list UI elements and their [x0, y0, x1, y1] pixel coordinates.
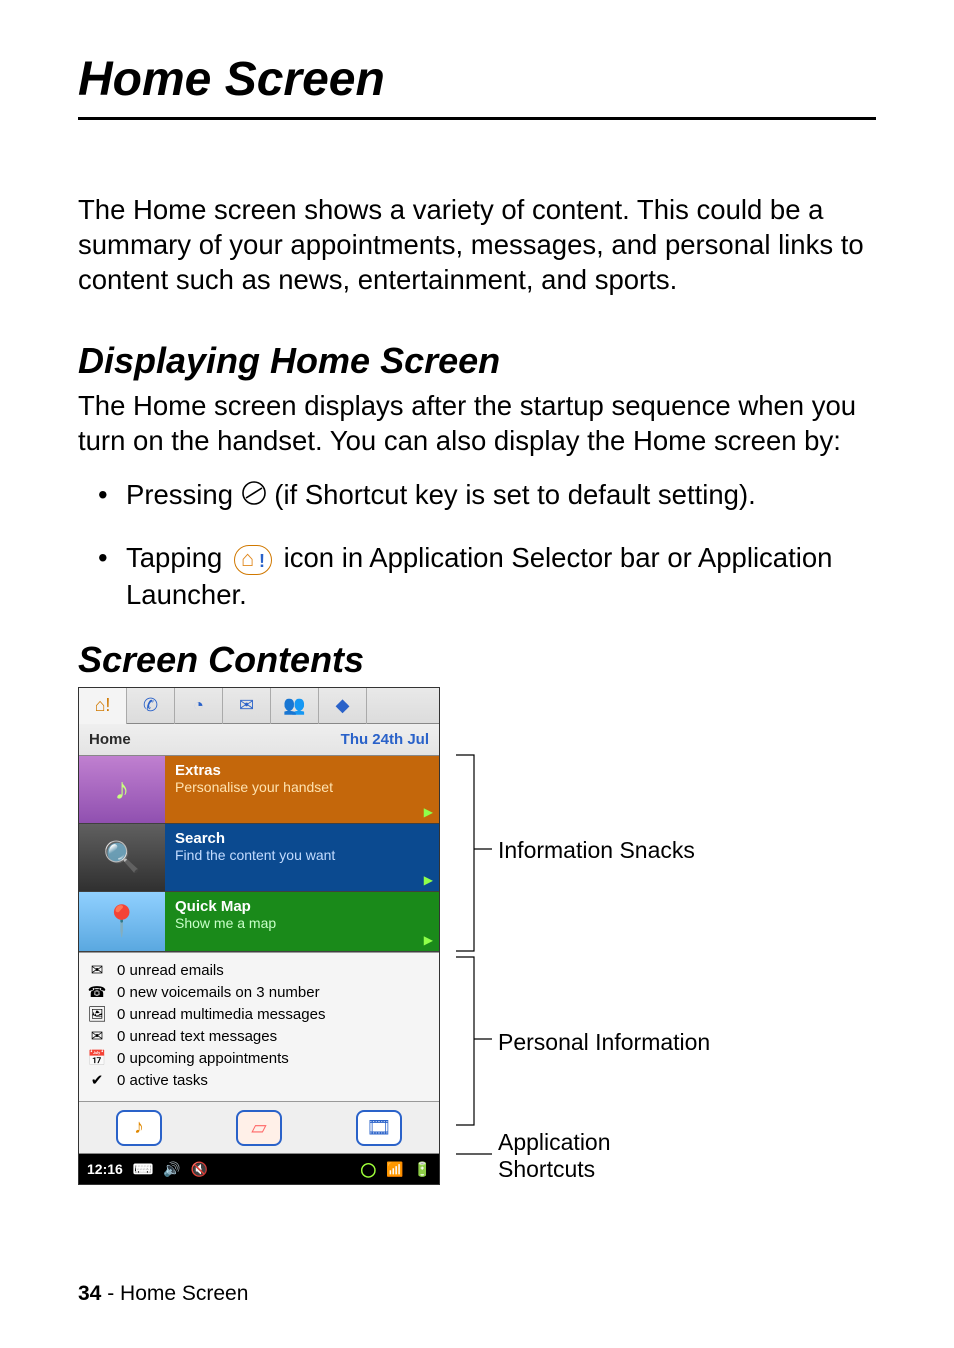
chevron-right-icon: ▶ — [424, 805, 433, 819]
bullet-item-tap-home: Tapping icon in Application Selector bar… — [126, 539, 876, 613]
status-bar: 12:16 ⌨ 🔊 🔇 ◯ 📶 🔋 — [79, 1154, 439, 1184]
email-icon: ✉ — [87, 961, 107, 979]
device-screenshot: ⌂! ✆ ◔ ✉ 👥 ◆ Home Thu 24th Jul ♪ Extras … — [78, 687, 440, 1185]
mms-icon: 🖼 — [87, 1005, 107, 1023]
phone-tab-icon[interactable]: ✆ — [127, 688, 175, 724]
mute-icon: 🔇 — [190, 1161, 207, 1178]
page-footer: 34 - Home Screen — [78, 1282, 248, 1306]
personal-voicemail-text: 0 new voicemails on 3 number — [117, 984, 320, 1001]
messaging-tab-icon[interactable]: ✉ — [223, 688, 271, 724]
titlebar-date: Thu 24th Jul — [341, 731, 429, 748]
application-shortcuts: ♪ ▱ 🎞 — [79, 1102, 439, 1154]
footer-section-label: Home Screen — [120, 1282, 248, 1305]
network-type-icon: ◯ — [360, 1161, 376, 1178]
chevron-right-icon: ▶ — [424, 933, 433, 947]
snack-search[interactable]: 🔍 Search Find the content you want ▶ — [79, 824, 439, 892]
shortcut-music-icon[interactable]: ♪ — [116, 1110, 162, 1146]
label-application-shortcuts: Application Shortcuts — [498, 1129, 611, 1182]
shortcut-camera-icon[interactable]: ▱ — [236, 1110, 282, 1146]
tasks-icon: ✔ — [87, 1071, 107, 1089]
bracket-snacks — [456, 753, 496, 953]
footer-sep: - — [101, 1282, 120, 1305]
shortcut-key-icon — [241, 478, 267, 515]
snack-extras-subtitle: Personalise your handset — [175, 779, 429, 795]
intro-paragraph: The Home screen shows a variety of conte… — [78, 192, 876, 298]
information-snacks: ♪ Extras Personalise your handset ▶ 🔍 Se… — [79, 756, 439, 952]
extras-thumb-icon: ♪ — [79, 756, 165, 823]
snack-extras[interactable]: ♪ Extras Personalise your handset ▶ — [79, 756, 439, 824]
calendar-icon: 📅 — [87, 1049, 107, 1067]
bullet-item-press-shortcut: Pressing (if Shortcut key is set to defa… — [126, 476, 876, 515]
personal-row-voicemail[interactable]: ☎ 0 new voicemails on 3 number — [87, 981, 431, 1003]
battery-icon: 🔋 — [414, 1161, 431, 1178]
bullet1-text-b: (if Shortcut key is set to default setti… — [274, 479, 755, 510]
personal-email-text: 0 unread emails — [117, 962, 224, 979]
bullet2-text-a: Tapping — [126, 542, 230, 573]
chevron-right-icon: ▶ — [424, 873, 433, 887]
personal-mms-text: 0 unread multimedia messages — [117, 1006, 325, 1023]
personal-row-mms[interactable]: 🖼 0 unread multimedia messages — [87, 1003, 431, 1025]
bullet2-text-b: icon in Application Selector bar or Appl… — [126, 542, 832, 610]
title-bar: Home Thu 24th Jul — [79, 724, 439, 756]
personal-tasks-text: 0 active tasks — [117, 1072, 208, 1089]
shortcut-video-icon[interactable]: 🎞 — [356, 1110, 402, 1146]
line-shortcuts — [456, 1149, 496, 1159]
app-selector-bar[interactable]: ⌂! ✆ ◔ ✉ 👥 ◆ — [79, 688, 439, 724]
snack-search-subtitle: Find the content you want — [175, 847, 429, 863]
titlebar-label: Home — [89, 731, 131, 748]
snack-map-title: Quick Map — [175, 898, 429, 915]
snack-map-subtitle: Show me a map — [175, 915, 429, 931]
home-tab-icon[interactable]: ⌂! — [79, 688, 127, 724]
label-shortcuts-line1: Application — [498, 1129, 611, 1155]
browser-tab-icon[interactable]: ◔ — [175, 688, 223, 724]
map-thumb-icon: 📍 — [79, 892, 165, 951]
signal-icon: 📶 — [386, 1161, 403, 1178]
bullet-list: Pressing (if Shortcut key is set to defa… — [78, 476, 876, 614]
apps-tab-icon[interactable]: ◆ — [319, 688, 367, 724]
voicemail-icon: ☎ — [87, 983, 107, 1001]
label-shortcuts-line2: Shortcuts — [498, 1156, 595, 1182]
contacts-tab-icon[interactable]: 👥 — [271, 688, 319, 724]
bullet1-text-a: Pressing — [126, 479, 241, 510]
home-app-icon — [234, 545, 272, 575]
personal-appointments-text: 0 upcoming appointments — [117, 1050, 289, 1067]
label-information-snacks: Information Snacks — [498, 837, 695, 863]
personal-sms-text: 0 unread text messages — [117, 1028, 277, 1045]
snack-search-title: Search — [175, 830, 429, 847]
sms-icon: ✉ — [87, 1027, 107, 1045]
speaker-icon: 🔊 — [163, 1161, 180, 1178]
status-time: 12:16 — [87, 1161, 123, 1177]
bracket-personal — [456, 955, 496, 1127]
search-thumb-icon: 🔍 — [79, 824, 165, 891]
personal-information: ✉ 0 unread emails ☎ 0 new voicemails on 3 … — [79, 952, 439, 1102]
personal-row-email[interactable]: ✉ 0 unread emails — [87, 959, 431, 981]
personal-row-appointments[interactable]: 📅 0 upcoming appointments — [87, 1047, 431, 1069]
section-contents-heading: Screen Contents — [78, 639, 876, 681]
page-title: Home Screen — [78, 52, 876, 120]
personal-row-sms[interactable]: ✉ 0 unread text messages — [87, 1025, 431, 1047]
snack-extras-title: Extras — [175, 762, 429, 779]
snack-quick-map[interactable]: 📍 Quick Map Show me a map ▶ — [79, 892, 439, 952]
page-number: 34 — [78, 1282, 101, 1305]
section-displaying-heading: Displaying Home Screen — [78, 340, 876, 382]
section-displaying-body: The Home screen displays after the start… — [78, 388, 876, 458]
personal-row-tasks[interactable]: ✔ 0 active tasks — [87, 1069, 431, 1091]
keyboard-icon: ⌨ — [133, 1161, 153, 1178]
label-personal-information: Personal Information — [498, 1029, 710, 1055]
